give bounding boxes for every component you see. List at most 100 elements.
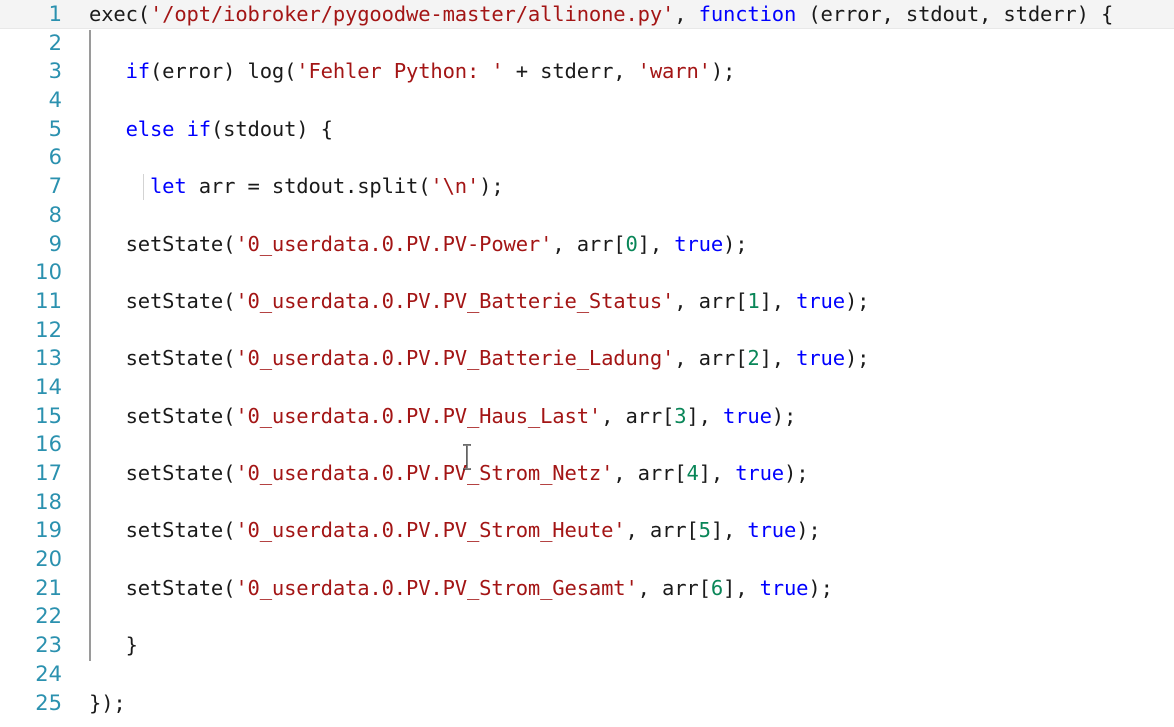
code-line[interactable]: 3 if(error) log('Fehler Python: ' + stde… [0, 57, 1174, 86]
code-token-num: 2 [747, 346, 760, 371]
code-token-plain: arr = stdout.split( [186, 174, 431, 199]
code-line[interactable]: 20 [0, 545, 1174, 574]
code-line[interactable]: 7 let arr = stdout.split('\n'); [0, 172, 1174, 201]
line-number: 13 [35, 346, 62, 371]
code-line-content[interactable]: } [89, 631, 138, 660]
code-line-content[interactable]: if(error) log('Fehler Python: ' + stderr… [89, 57, 736, 86]
code-token-str: 'warn' [637, 59, 711, 84]
code-line[interactable]: 25}); [0, 689, 1174, 718]
code-token-plain: setState( [89, 575, 236, 600]
code-token-plain: ); [844, 346, 870, 371]
line-number: 2 [48, 30, 62, 55]
code-token-plain: ); [808, 575, 833, 600]
code-token-plain: , arr[ [674, 288, 748, 313]
code-line[interactable]: 24 [0, 660, 1174, 689]
code-line[interactable]: 1 exec('/opt/iobroker/pygoodwe-master/all… [0, 0, 1174, 29]
code-token-plain: setState( [89, 403, 236, 428]
code-token-plain: , [674, 2, 699, 26]
code-token-plain: setState( [89, 346, 236, 371]
line-number: 17 [35, 461, 62, 485]
code-token-str: '0_userdata.0.PV.PV_Batterie_Ladung' [235, 346, 675, 371]
code-line[interactable]: 15 setState('0_userdata.0.PV.PV_Haus_Las… [0, 402, 1174, 431]
code-line-content[interactable]: setState('0_userdata.0.PV.PV_Strom_Heute… [89, 516, 821, 545]
line-number: 8 [48, 202, 62, 227]
code-token-kw: if [125, 59, 151, 84]
code-token-plain: ], [710, 518, 748, 543]
code-line[interactable]: 14 [0, 373, 1174, 402]
line-number: 19 [35, 518, 62, 543]
code-line[interactable]: 11 setState('0_userdata.0.PV.PV_Batterie… [0, 287, 1174, 316]
code-token-plain: ); [710, 59, 736, 84]
line-number: 25 [35, 690, 62, 715]
code-token-plain: ); [771, 403, 797, 428]
code-token-plain: } [89, 633, 138, 658]
line-number: 5 [48, 116, 62, 141]
line-number: 12 [35, 317, 62, 342]
code-token-kw: true [796, 288, 845, 313]
code-line-content[interactable]: setState('0_userdata.0.PV.PV_Batterie_La… [89, 344, 870, 373]
code-token-plain: ], [759, 288, 797, 313]
code-line-content[interactable]: let arr = stdout.split('\n'); [89, 172, 504, 201]
code-line[interactable]: 5 else if(stdout) { [0, 115, 1174, 144]
code-line[interactable]: 13 setState('0_userdata.0.PV.PV_Batterie… [0, 344, 1174, 373]
code-token-str: 'Fehler Python: ' [296, 59, 504, 84]
code-rows-container[interactable]: 1 exec('/opt/iobroker/pygoodwe-master/all… [0, 0, 1174, 717]
code-token-plain: ], [723, 575, 760, 600]
code-line[interactable]: 21 setState('0_userdata.0.PV.PV_Strom_Ge… [0, 574, 1174, 603]
code-token-num: 4 [686, 461, 699, 485]
code-token-str: '0_userdata.0.PV.PV_Batterie_Status' [235, 288, 675, 313]
line-number: 16 [35, 432, 62, 457]
line-number: 21 [35, 575, 62, 600]
code-line-content[interactable]: }); [89, 689, 126, 718]
code-token-plain: ], [686, 403, 724, 428]
code-token-num: 3 [674, 403, 687, 428]
code-token-num: 6 [710, 575, 724, 600]
code-line[interactable]: 19 setState('0_userdata.0.PV.PV_Strom_He… [0, 516, 1174, 545]
code-line[interactable]: 18 [0, 488, 1174, 517]
code-token-plain: ], [698, 461, 736, 485]
code-token-plain: setState( [89, 461, 236, 485]
code-token-plain: exec( [89, 2, 150, 26]
line-number: 23 [35, 633, 62, 658]
line-number: 15 [35, 403, 62, 428]
code-line[interactable]: 10 [0, 258, 1174, 287]
line-number: 10 [35, 260, 62, 285]
code-editor[interactable]: 1 exec('/opt/iobroker/pygoodwe-master/all… [0, 0, 1174, 727]
code-token-kw: true [759, 575, 809, 600]
code-token-num: 5 [698, 518, 711, 543]
code-line[interactable]: 17 setState('0_userdata.0.PV.PV_Strom_Ne… [0, 459, 1174, 488]
code-line[interactable]: 2 [0, 29, 1174, 58]
code-token-kw: if [186, 116, 212, 141]
code-line[interactable]: 9 setState('0_userdata.0.PV.PV-Power', a… [0, 230, 1174, 259]
code-token-plain: setState( [89, 288, 236, 313]
code-line[interactable]: 4 [0, 86, 1174, 115]
code-token-plain: , arr[ [613, 461, 687, 485]
code-line-content[interactable]: exec('/opt/iobroker/pygoodwe-master/alli… [89, 0, 1113, 29]
code-line-content[interactable]: setState('0_userdata.0.PV.PV_Strom_Netz'… [89, 459, 809, 488]
code-line-content[interactable]: setState('0_userdata.0.PV.PV_Batterie_St… [89, 287, 870, 316]
code-token-plain: (error) log( [149, 59, 297, 84]
code-line[interactable]: 12 [0, 316, 1174, 345]
code-line[interactable]: 8 [0, 201, 1174, 230]
code-token-plain: ); [784, 461, 809, 485]
code-line-content[interactable]: setState('0_userdata.0.PV.PV_Haus_Last',… [89, 402, 797, 431]
line-number: 11 [35, 288, 62, 313]
code-line-content[interactable]: setState('0_userdata.0.PV.PV_Strom_Gesam… [89, 574, 833, 603]
code-token-plain: , arr[ [637, 575, 711, 600]
code-token-plain: , arr[ [601, 403, 675, 428]
code-token-plain: (error, stdout, stderr) { [796, 2, 1114, 26]
code-token-kw: true [723, 403, 772, 428]
code-line[interactable]: 16 [0, 430, 1174, 459]
gutter-fold-bar [89, 30, 91, 661]
code-token-str: '0_userdata.0.PV.PV-Power' [235, 231, 553, 256]
code-line[interactable]: 23 } [0, 631, 1174, 660]
code-token-plain: (stdout) { [210, 116, 333, 141]
code-line[interactable]: 6 [0, 143, 1174, 172]
code-line-content[interactable]: setState('0_userdata.0.PV.PV-Power', arr… [89, 230, 748, 259]
code-line[interactable]: 22 [0, 602, 1174, 631]
code-line-content[interactable]: else if(stdout) { [89, 115, 333, 144]
line-number: 1 [48, 2, 62, 26]
indent-guide [143, 174, 144, 200]
